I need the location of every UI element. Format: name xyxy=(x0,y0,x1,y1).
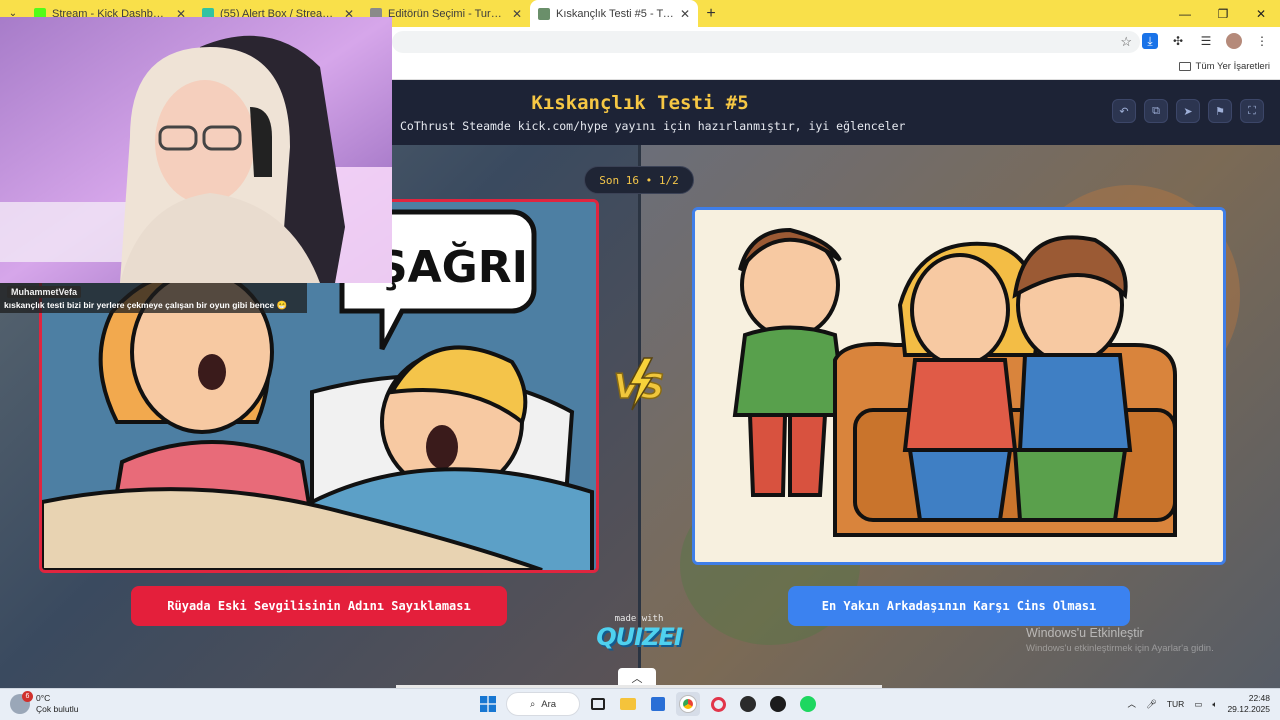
bookmark-folder-label: Tüm Yer İşaretleri xyxy=(1195,61,1270,72)
cloud-icon: 6 xyxy=(10,691,33,714)
search-label: Ara xyxy=(541,698,557,710)
task-view-icon[interactable] xyxy=(586,692,610,716)
time: 22:48 xyxy=(1248,693,1270,703)
spotify-icon[interactable] xyxy=(796,692,820,716)
system-tray: ︿ 🎤︎ TUR ▭ 🔈︎ 22:48 29.12.2025 xyxy=(1128,693,1270,715)
weather-description: Çok bulutlu xyxy=(36,704,79,714)
network-icon[interactable]: ▭ xyxy=(1194,699,1202,710)
quiz-subtitle: CoThrust Steamde kick.com/hype yayını iç… xyxy=(400,119,906,133)
screen: ⌄ Stream - Kick Dashboard ✕ (55) Alert B… xyxy=(0,0,1280,720)
quiz-favicon-icon xyxy=(538,7,550,20)
file-explorer-icon[interactable] xyxy=(616,692,640,716)
chat-username: MuhammetVefa xyxy=(7,286,82,298)
obs-icon[interactable] xyxy=(736,692,760,716)
bookmark-star-icon[interactable]: ☆ xyxy=(1120,34,1132,50)
windows-start-icon[interactable] xyxy=(476,692,500,716)
profile-avatar-icon[interactable] xyxy=(1226,33,1242,49)
temperature: 0°C xyxy=(36,693,51,703)
extensions-icon[interactable]: ✣ xyxy=(1170,33,1186,49)
volume-icon[interactable]: 🔈︎ xyxy=(1212,699,1217,710)
windows-taskbar: 6 0°C Çok bulutlu ⌕ Ara ︿ 🎤︎ TUR ▭ 🔈︎ 22… xyxy=(0,688,1280,720)
new-tab-button[interactable]: + xyxy=(698,0,724,27)
weather-badge: 6 xyxy=(22,691,33,702)
taskbar-search[interactable]: ⌕ Ara xyxy=(506,692,580,716)
chat-overlay: MuhammetVefa kıskançlık testi bizi bir y… xyxy=(0,283,307,313)
chrome-icon[interactable] xyxy=(676,692,700,716)
close-window-icon[interactable]: ✕ xyxy=(1242,0,1280,27)
toolbar-icons: ⤓ ✣ ☰ ⋮ xyxy=(1142,33,1270,49)
header-actions: ↶ ⧉ ➤ ⚑ ⛶ xyxy=(1112,99,1264,123)
microphone-icon[interactable]: 🎤︎ xyxy=(1146,699,1157,710)
round-indicator: Son 16 • 1/2 xyxy=(584,166,694,194)
restore-icon[interactable]: ❐ xyxy=(1204,0,1242,27)
download-icon[interactable]: ⤓ xyxy=(1142,33,1158,49)
quizei-logo[interactable]: QUIZEI xyxy=(596,623,683,651)
windows-activation-title: Windows'u Etkinleştir xyxy=(1026,626,1144,640)
windows-activation-subtitle: Windows'u etkinleştirmek için Ayarlar'a … xyxy=(1026,643,1214,654)
send-icon[interactable]: ➤ xyxy=(1176,99,1200,123)
address-bar[interactable]: ☆ xyxy=(392,31,1140,53)
reading-list-icon[interactable]: ☰ xyxy=(1198,33,1214,49)
tab-title: Editörün Seçimi - Turnuva - Qu xyxy=(388,7,506,20)
flag-icon[interactable]: ⚑ xyxy=(1208,99,1232,123)
left-option-button[interactable]: Rüyada Eski Sevgilisinin Adını Sayıklama… xyxy=(131,586,507,626)
center-divider xyxy=(638,145,641,688)
speech-bubble-text: ŞAĞRI xyxy=(376,240,528,293)
clock[interactable]: 22:48 29.12.2025 xyxy=(1227,693,1270,715)
close-tab-icon[interactable]: ✕ xyxy=(512,7,522,21)
webcam-feed-image xyxy=(0,17,392,283)
vs-lightning-icon: VS xyxy=(613,357,665,411)
streamer-webcam-overlay xyxy=(0,17,392,283)
fullscreen-icon[interactable]: ⛶ xyxy=(1240,99,1264,123)
all-bookmarks-button[interactable]: Tüm Yer İşaretleri xyxy=(1178,61,1270,72)
weather-widget[interactable]: 6 0°C Çok bulutlu xyxy=(10,691,79,715)
tab-kiskanclik-testi[interactable]: Kıskançlık Testi #5 - Tier List, Kı ✕ xyxy=(530,0,698,27)
app-icon[interactable] xyxy=(766,692,790,716)
date: 29.12.2025 xyxy=(1227,704,1270,714)
store-icon[interactable] xyxy=(646,692,670,716)
search-icon: ⌕ xyxy=(529,698,536,710)
tab-title: Kıskançlık Testi #5 - Tier List, Kı xyxy=(556,7,674,20)
keyboard-language[interactable]: TUR xyxy=(1167,699,1184,709)
window-controls: — ❐ ✕ xyxy=(1166,0,1280,27)
menu-icon[interactable]: ⋮ xyxy=(1254,33,1270,49)
chat-message: kıskançlık testi bizi bir yerlere çekmey… xyxy=(4,300,288,310)
folder-icon xyxy=(1178,62,1191,71)
quiz-title: Kıskançlık Testi #5 xyxy=(531,92,749,114)
close-tab-icon[interactable]: ✕ xyxy=(680,7,690,21)
opera-icon[interactable] xyxy=(706,692,730,716)
share-icon[interactable]: ⧉ xyxy=(1144,99,1168,123)
taskbar-apps: ⌕ Ara xyxy=(476,692,820,716)
chevron-up-icon[interactable]: ︿ xyxy=(1128,698,1137,710)
minimize-icon[interactable]: — xyxy=(1166,0,1204,27)
right-option-button[interactable]: En Yakın Arkadaşının Karşı Cins Olması xyxy=(788,586,1130,626)
undo-icon[interactable]: ↶ xyxy=(1112,99,1136,123)
jealous-friend-illustration xyxy=(695,210,1223,562)
right-option-card[interactable] xyxy=(692,207,1226,565)
